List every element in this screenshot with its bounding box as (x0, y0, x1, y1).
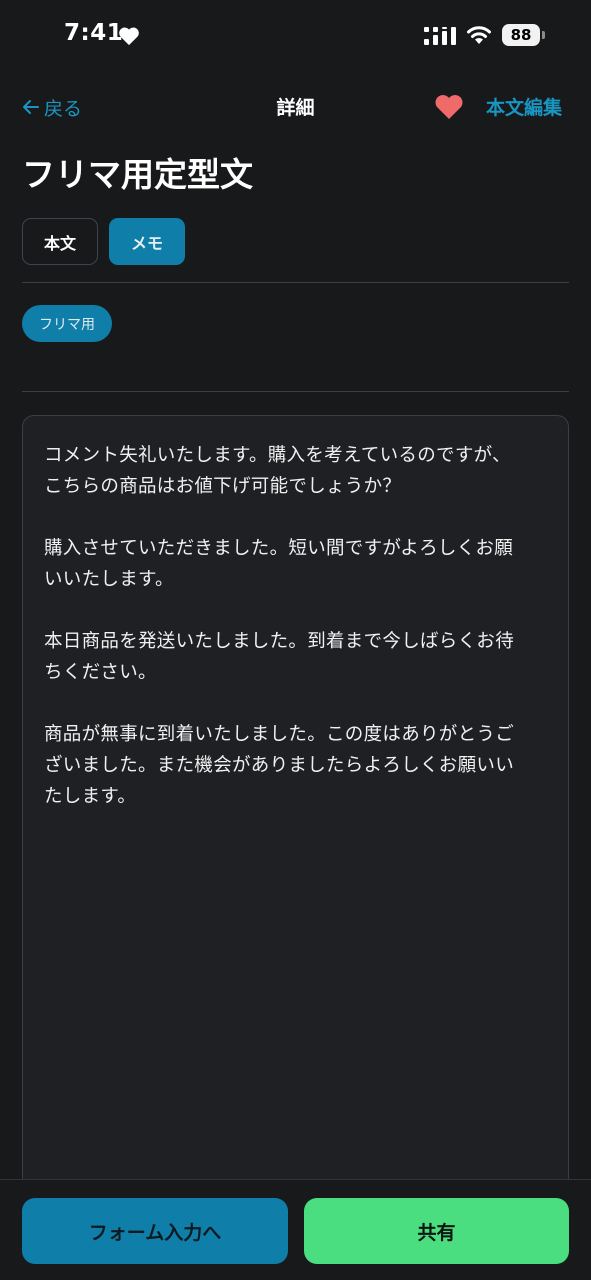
heart-icon (119, 27, 139, 46)
wifi-icon (467, 26, 491, 44)
signal-icon (424, 27, 456, 45)
heart-icon[interactable] (434, 93, 464, 120)
share-button[interactable]: 共有 (304, 1198, 569, 1264)
divider (22, 391, 569, 392)
divider (22, 282, 569, 283)
page-title: フリマ用定型文 (22, 155, 253, 194)
back-button[interactable]: 戻る (22, 92, 82, 122)
edit-body-button[interactable]: 本文編集 (486, 93, 562, 120)
bottom-action-bar: フォーム入力へ 共有 (0, 1179, 591, 1280)
tag-chip[interactable]: フリマ用 (22, 305, 112, 342)
form-input-button[interactable]: フォーム入力へ (22, 1198, 288, 1264)
memo-paragraph: 購入させていただきました。短い間ですがよろしくお願 いいたします。 (44, 538, 514, 590)
back-label: 戻る (44, 97, 83, 120)
screen: 7:41 88 戻る 詳細 本文編集 フリマ用定型文 本文 メモ フリマ用 コメ… (0, 0, 591, 1280)
tab-body[interactable]: 本文 (22, 218, 98, 265)
battery-cap (542, 31, 545, 39)
memo-textarea[interactable]: コメント失礼いたします。購入を考えているのですが、 こちらの商品はお値下げ可能で… (22, 415, 569, 1280)
status-time: 7:41 (64, 20, 124, 46)
memo-paragraph: コメント失礼いたします。購入を考えているのですが、 こちらの商品はお値下げ可能で… (44, 445, 511, 497)
tab-memo[interactable]: メモ (109, 218, 185, 265)
battery-icon: 88 (502, 24, 540, 46)
arrow-left-icon (23, 100, 39, 114)
memo-paragraph: 本日商品を発送いたしました。到着まで今しばらくお待 ちください。 (44, 631, 515, 683)
memo-paragraph: 商品が無事に到着いたしました。この度はありがとうご ざいました。また機会がありま… (44, 724, 515, 807)
status-bar: 7:41 88 (0, 0, 591, 70)
